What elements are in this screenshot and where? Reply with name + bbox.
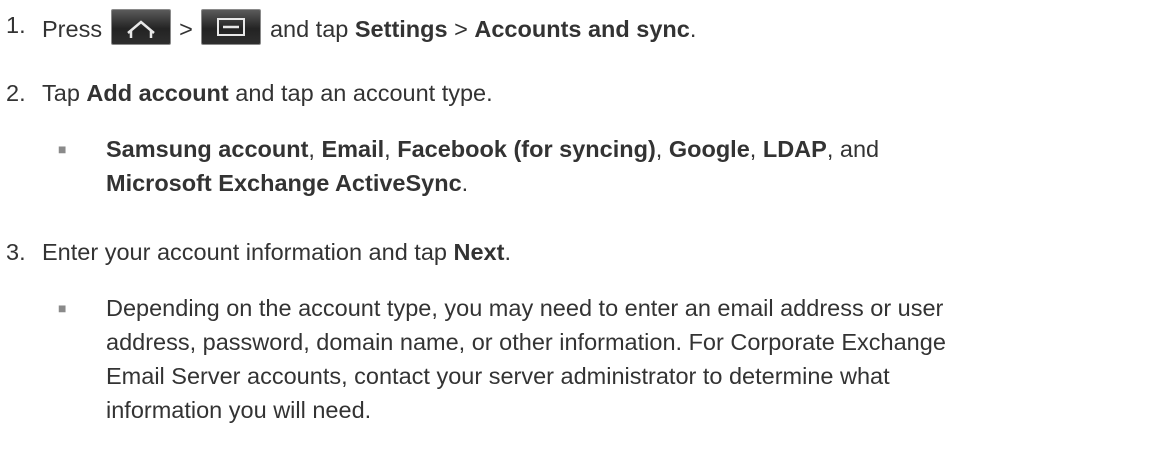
bullet-text: Email Server accounts, contact your serv… (106, 363, 890, 389)
step-text: Enter your account information and tap (42, 239, 447, 265)
menu-key-icon (201, 9, 262, 45)
account-type: Google (668, 136, 750, 162)
period: . (504, 239, 511, 265)
home-key-icon (110, 9, 171, 45)
account-type: Samsung account (106, 136, 309, 162)
step-text: Tap (42, 80, 80, 106)
separator: > (454, 16, 468, 42)
separator: , (384, 136, 391, 162)
next-label: Next (453, 239, 505, 265)
accounts-sync-label: Accounts and sync (474, 16, 690, 42)
step-3: 3. Enter your account information and ta… (6, 236, 511, 269)
settings-label: Settings (354, 16, 448, 42)
period: . (689, 16, 697, 42)
step-number: 2. (6, 80, 26, 106)
step-3-bullet: ■ Depending on the account type, you may… (58, 292, 943, 325)
bullet-text: address, password, domain name, or other… (106, 329, 946, 355)
add-account-label: Add account (86, 80, 229, 106)
bullet-icon: ■ (58, 300, 67, 316)
step-1: 1. Press > and tap Settings > Accounts a… (6, 9, 696, 46)
step-number: 1. (6, 12, 26, 38)
separator: > (179, 16, 193, 42)
bullet-text: information you will need. (106, 397, 372, 423)
step-2-bullet: ■ Samsung account, Email, Facebook (for … (58, 133, 879, 166)
period: . (461, 170, 469, 196)
step-text: and tap an account type. (235, 80, 493, 106)
step-number: 3. (6, 239, 26, 265)
step-text: Press (42, 16, 103, 42)
separator: , (749, 136, 757, 162)
step-2: 2. Tap Add account and tap an account ty… (6, 77, 493, 110)
account-type: Microsoft Exchange ActiveSync (106, 170, 462, 196)
account-type: LDAP (762, 136, 827, 162)
bullet-text: Depending on the account type, you may n… (106, 295, 944, 321)
separator: , and (826, 136, 880, 162)
account-type: Facebook (for syncing) (397, 136, 656, 162)
separator: , (308, 136, 315, 162)
separator: , (655, 136, 663, 162)
account-type: Email (321, 136, 385, 162)
bullet-icon: ■ (58, 141, 67, 157)
step-text: and tap (269, 16, 349, 42)
step-2-bullet-cont: Microsoft Exchange ActiveSync. (106, 167, 468, 200)
